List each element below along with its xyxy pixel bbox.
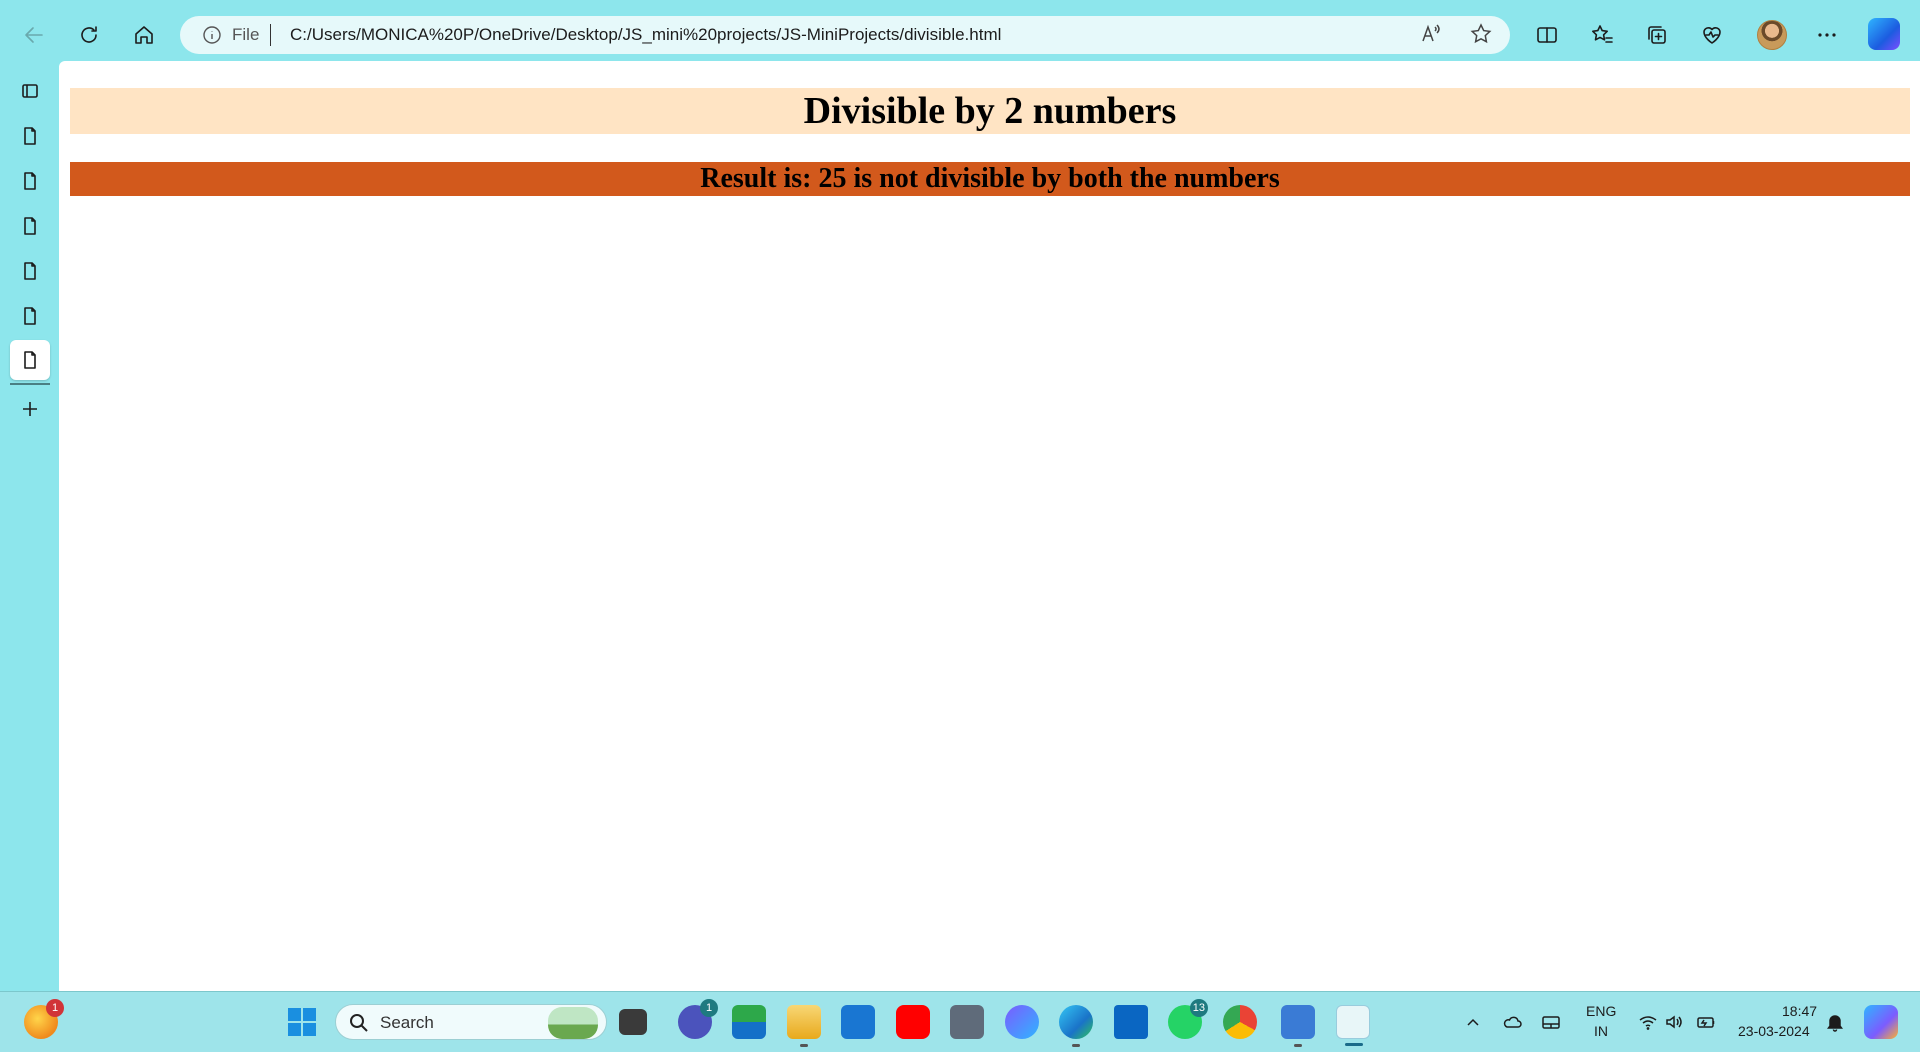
camera-app[interactable] [950,1005,984,1039]
address-bar[interactable]: File C:/Users/MONICA%20P/OneDrive/Deskto… [180,16,1510,54]
search-highlight-art [548,1007,598,1039]
taskbar-search[interactable]: Search [335,1004,607,1040]
tab-divider [10,383,50,385]
file-explorer-app[interactable] [787,1005,821,1047]
page-viewport: Divisible by 2 numbers Result is: 25 is … [59,61,1920,991]
touchpad-icon[interactable] [1541,1012,1561,1032]
browser-toolbar: File C:/Users/MONICA%20P/OneDrive/Deskto… [0,0,1920,61]
page-icon [24,217,36,235]
chrome-app[interactable] [1223,1005,1257,1039]
profile-avatar[interactable] [1757,20,1787,50]
page-icon [24,262,36,280]
whatsapp-badge: 13 [1189,999,1208,1017]
tab-actions-icon [22,84,38,98]
linkedin-app[interactable] [1114,1005,1148,1039]
favorites-button[interactable] [1581,14,1623,56]
plus-icon [23,402,37,416]
new-tab-button[interactable] [10,389,50,429]
volume-icon[interactable] [1664,1012,1684,1032]
page-icon [24,172,36,190]
battery-icon[interactable] [1696,1012,1716,1032]
favorite-star-icon[interactable] [1470,23,1494,47]
vertical-tabs-sidebar [0,61,59,991]
tab-item[interactable] [10,251,50,291]
search-label: Search [380,1013,434,1032]
tab-actions-button[interactable] [10,71,50,111]
task-view-button[interactable] [619,1009,647,1035]
read-aloud-icon[interactable] [1420,23,1444,47]
app-icon[interactable] [1281,1005,1315,1047]
collections-button[interactable] [1636,14,1678,56]
teams-app[interactable]: 1 [678,999,718,1039]
weather-badge: 1 [46,999,64,1017]
app-icon[interactable] [732,1005,766,1039]
more-options-button[interactable] [1806,14,1848,56]
url-scheme-label: File [232,25,260,44]
wifi-icon[interactable] [1638,1012,1658,1032]
more-dots-icon [1818,33,1836,37]
page-icon [24,351,36,369]
clock-time[interactable]: 18:47 [1782,1003,1817,1019]
page-icon [24,307,36,325]
copilot-button[interactable] [1868,18,1900,50]
start-button[interactable] [285,1005,319,1039]
tab-item[interactable] [10,116,50,156]
heart-pulse-icon [1703,27,1721,44]
bell-icon[interactable] [1825,1012,1845,1032]
tab-item-active[interactable] [10,340,50,380]
clock-date[interactable]: 23-03-2024 [1738,1023,1810,1039]
onedrive-icon[interactable] [1502,1012,1522,1032]
collections-icon [1648,26,1666,44]
teams-badge: 1 [700,999,718,1017]
youtube-app[interactable] [896,1005,930,1039]
split-screen-icon [1537,27,1557,43]
copilot-preview-icon[interactable] [1864,1005,1898,1039]
snipping-tool-app[interactable] [1336,1005,1370,1046]
browser-essentials-button[interactable] [1691,14,1733,56]
windows-logo-icon [288,1008,316,1036]
tab-item[interactable] [10,206,50,246]
home-button[interactable] [123,14,165,56]
split-screen-button[interactable] [1526,14,1568,56]
site-info-icon[interactable] [202,25,222,45]
tab-item[interactable] [10,161,50,201]
refresh-icon [81,26,97,43]
result-text: Result is: 25 is not divisible by both t… [70,162,1910,196]
home-icon [135,26,153,44]
arrow-left-icon [25,27,43,43]
page-icon [24,127,36,145]
edge-app[interactable] [1059,1005,1093,1047]
mail-app[interactable] [841,1005,875,1039]
language-code[interactable]: ENG [1586,1003,1616,1019]
language-region[interactable]: IN [1594,1023,1608,1039]
search-icon [350,1014,368,1032]
chevron-up-icon[interactable] [1463,1012,1483,1032]
weather-widget[interactable]: 1 [24,999,64,1039]
page-heading: Divisible by 2 numbers [70,88,1910,134]
back-button[interactable] [13,14,55,56]
refresh-button[interactable] [68,14,110,56]
url-text[interactable]: C:/Users/MONICA%20P/OneDrive/Desktop/JS_… [290,25,1001,45]
address-separator [270,24,271,46]
tab-item[interactable] [10,296,50,336]
whatsapp-app[interactable]: 13 [1168,999,1208,1039]
favorites-icon [1592,25,1613,43]
copilot-app[interactable] [1005,1005,1039,1039]
